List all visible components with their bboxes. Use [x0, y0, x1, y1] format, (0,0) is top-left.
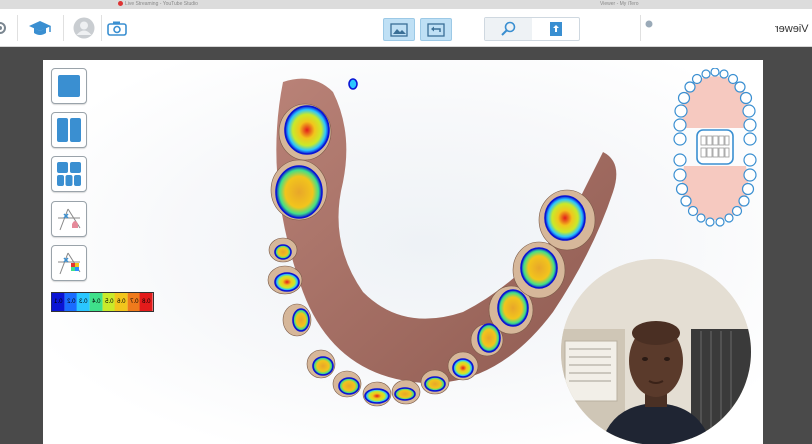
tooth-chart-icon[interactable]	[670, 68, 760, 228]
occlusion-tool-icon	[58, 208, 81, 231]
page-title: Viewer	[774, 23, 808, 35]
presenter-video-frame	[561, 259, 751, 444]
single-pane-icon	[58, 75, 80, 97]
magnifier-tab[interactable]	[485, 18, 532, 40]
dual-pane-icon	[57, 118, 81, 142]
avatar-icon[interactable]	[73, 17, 95, 39]
single-view-button[interactable]	[51, 68, 87, 104]
browser-tab-strip: Live Streaming - YouTube Studio Viewer -…	[0, 0, 812, 9]
color-scale-swatch: 0.2	[64, 293, 78, 311]
multi-pane-icon	[57, 162, 81, 186]
site-favicon	[644, 19, 654, 29]
undo-arrow-icon	[427, 22, 445, 37]
color-scale-swatch: 0.1	[52, 293, 65, 311]
color-scale-swatch: 0.3	[77, 293, 90, 311]
youtube-icon	[118, 1, 123, 7]
occlusion-map-button[interactable]	[51, 245, 87, 281]
color-scale-swatch: 0.7	[127, 293, 141, 311]
image-compare-icon	[390, 22, 408, 37]
multi-view-button[interactable]	[51, 156, 87, 192]
document-tab[interactable]	[532, 18, 579, 40]
presenter-webcam	[561, 259, 751, 444]
tab-itero-viewer[interactable]: Viewer - My iTero	[600, 1, 639, 7]
color-scale-swatch: 0.4	[89, 293, 103, 311]
color-scale-swatch: 0.5	[102, 293, 116, 311]
gear-icon[interactable]	[0, 19, 10, 37]
top-toolbar: Viewer	[0, 9, 812, 47]
occlusion-map-icon	[58, 252, 81, 275]
tab-youtube-studio[interactable]: Live Streaming - YouTube Studio	[118, 1, 198, 7]
image-compare-button[interactable]	[383, 18, 415, 41]
dual-view-button[interactable]	[51, 112, 87, 148]
magnifier-icon	[500, 21, 515, 36]
color-scale-swatch: 0.8	[140, 293, 153, 311]
distance-color-scale: 0.1 0.2 0.3 0.4 0.5 0.6 0.7 0.8	[51, 292, 154, 312]
upload-doc-icon	[549, 22, 562, 36]
color-scale-swatch: 0.6	[115, 293, 128, 311]
undo-button[interactable]	[420, 18, 452, 41]
occlusion-tool-button[interactable]	[51, 201, 87, 237]
view-mode-toggle	[484, 17, 580, 41]
camera-icon[interactable]	[106, 19, 128, 37]
graduation-cap-icon[interactable]	[27, 18, 53, 40]
